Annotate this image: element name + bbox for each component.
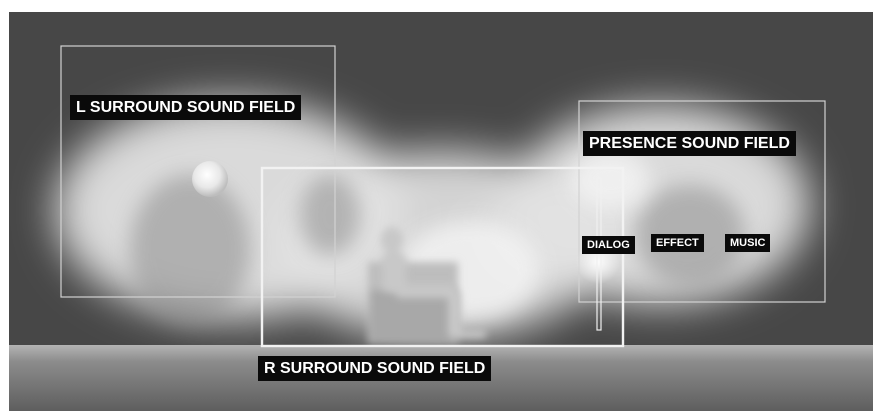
effect-label: EFFECT bbox=[651, 234, 704, 252]
sound-field-diagram bbox=[0, 0, 873, 411]
dialog-label: DIALOG bbox=[582, 236, 635, 254]
music-label: MUSIC bbox=[725, 234, 771, 252]
r-surround-label: R SURROUND SOUND FIELD bbox=[258, 356, 492, 381]
listener-chair bbox=[368, 262, 458, 344]
l-surround-label: L SURROUND SOUND FIELD bbox=[70, 95, 302, 120]
l-surround-speaker bbox=[192, 161, 228, 197]
presence-label: PRESENCE SOUND FIELD bbox=[583, 131, 796, 156]
